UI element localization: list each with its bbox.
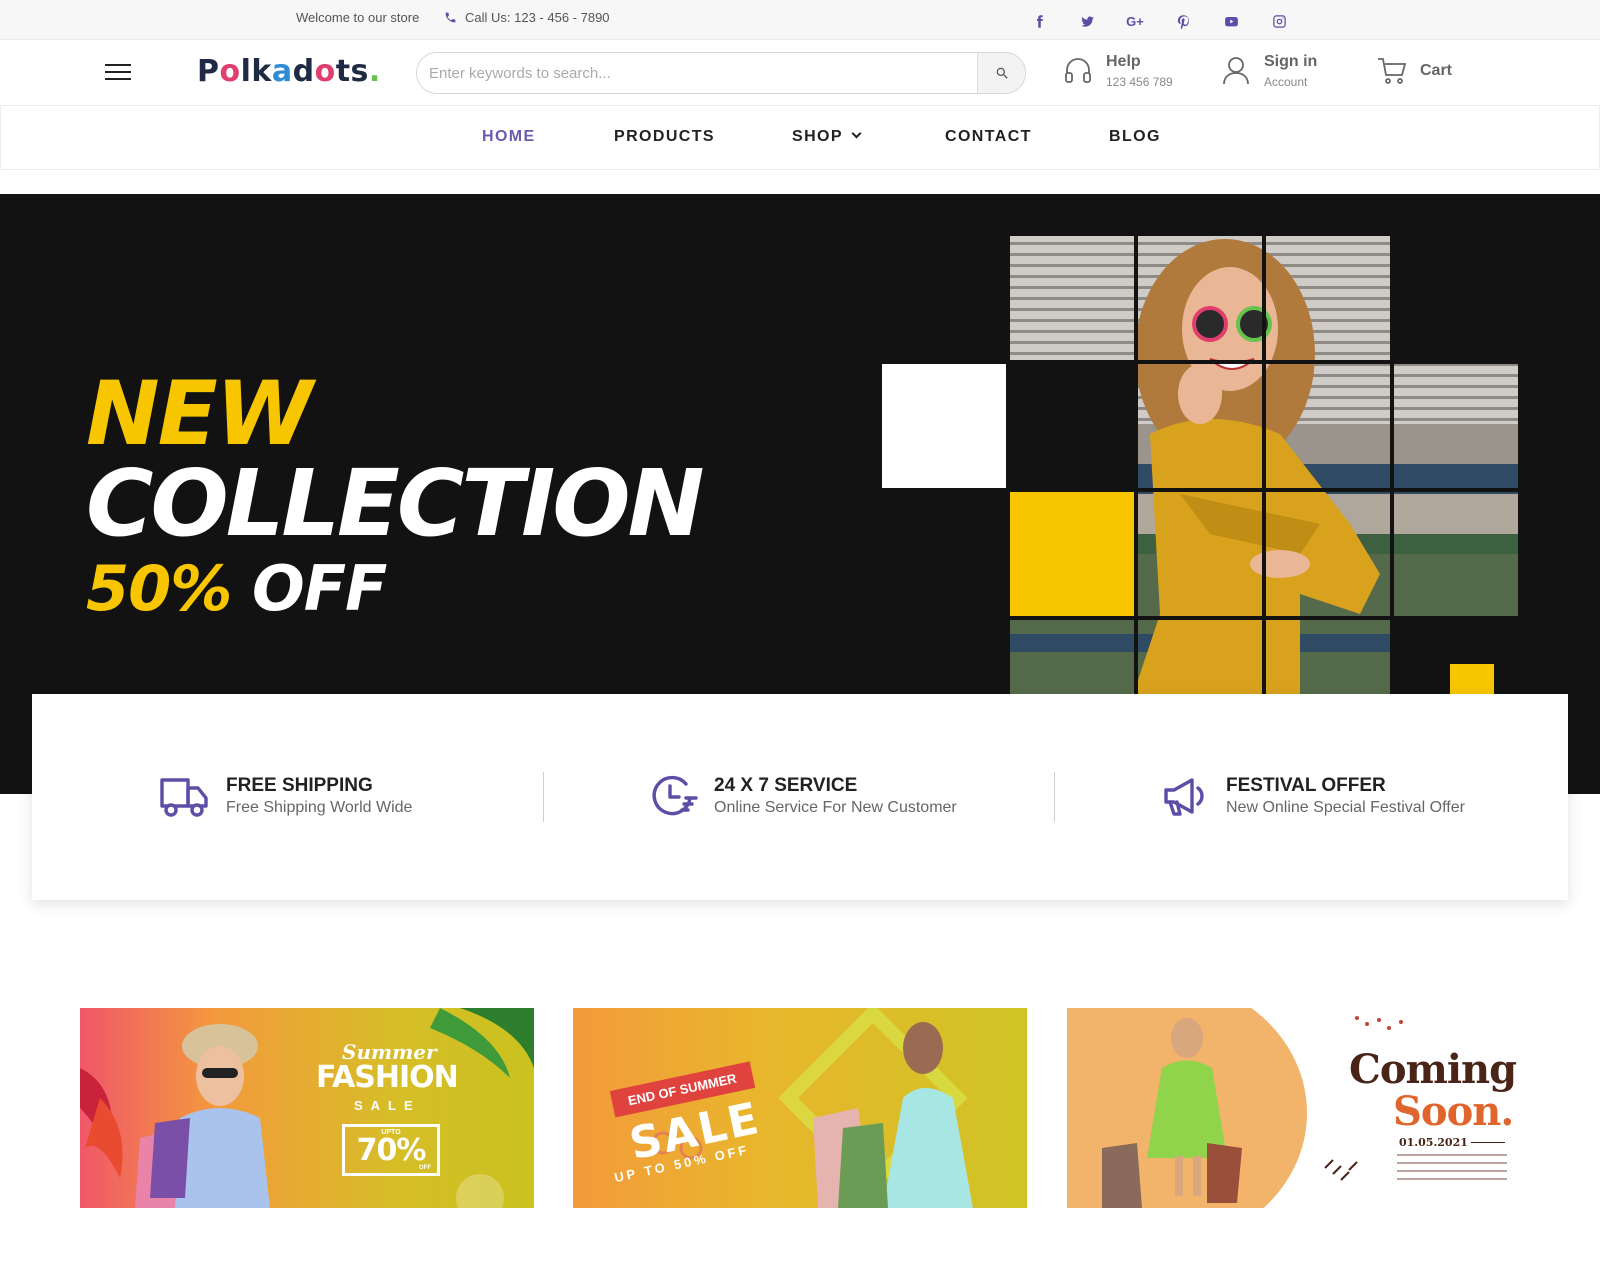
banner-end-of-summer[interactable]: END OF SUMMER SALE UP TO 50% OFF	[573, 1008, 1027, 1208]
chevron-down-icon	[851, 128, 862, 139]
sign-in-link[interactable]: Sign in Account	[1220, 50, 1317, 89]
clock-service-icon	[652, 775, 698, 816]
help-title: Help	[1106, 53, 1141, 70]
feature-festival-offer: FESTIVAL OFFER New Online Special Festiv…	[1158, 774, 1465, 818]
hero-woman-image	[880, 234, 1520, 714]
logo[interactable]: Polkadots.	[197, 54, 381, 89]
twitter-icon[interactable]	[1076, 11, 1098, 31]
banner1-off: OFF	[419, 1165, 431, 1171]
nav-blog[interactable]: BLOG	[1109, 128, 1161, 146]
facebook-icon[interactable]	[1028, 11, 1050, 31]
search-bar	[416, 52, 1026, 94]
cart-title: Cart	[1420, 62, 1453, 79]
feature-subtitle: New Online Special Festival Offer	[1226, 799, 1465, 816]
user-icon	[1223, 57, 1249, 85]
cart-icon	[1378, 58, 1407, 84]
features-bar: FREE SHIPPING Free Shipping World Wide 2…	[32, 694, 1568, 900]
call-us: Call Us: 123 - 456 - 7890	[444, 10, 610, 25]
help-link[interactable]: Help 123 456 789	[1062, 50, 1173, 89]
hero-line-discount: 50% OFF	[86, 552, 387, 625]
banner3-coming: Coming	[1349, 1046, 1517, 1093]
banner1-sale: SALE	[354, 1098, 421, 1113]
banner3-date-line	[1471, 1142, 1505, 1143]
social-links: G+	[1028, 11, 1290, 31]
header: Polkadots. Help 123 456 789 Sign in Acco…	[0, 40, 1600, 106]
nav-shop[interactable]: SHOP	[792, 128, 862, 146]
search-button[interactable]	[977, 53, 1025, 93]
hero-discount-percent: 50%	[86, 552, 232, 625]
truck-icon	[160, 778, 208, 817]
phone-icon	[445, 12, 456, 23]
menu-icon[interactable]	[105, 64, 131, 82]
feature-title: FESTIVAL OFFER	[1226, 775, 1386, 796]
instagram-icon[interactable]	[1268, 11, 1290, 31]
banner3-date: 01.05.2021	[1399, 1136, 1468, 1149]
search-input[interactable]	[417, 53, 962, 93]
search-icon	[996, 67, 1008, 79]
help-phone: 123 456 789	[1106, 75, 1173, 89]
cart-link[interactable]: Cart	[1376, 50, 1452, 86]
logo-text: Polkadots.	[197, 54, 381, 89]
call-us-text: Call Us: 123 - 456 - 7890	[465, 10, 610, 25]
feature-subtitle: Free Shipping World Wide	[226, 799, 413, 816]
hero-discount-off: OFF	[252, 552, 387, 625]
headphones-icon	[1065, 58, 1091, 83]
nav-products[interactable]: PRODUCTS	[614, 128, 715, 146]
banner1-fashion: FASHION	[316, 1060, 459, 1095]
banner-coming-soon[interactable]: Coming Soon. 01.05.2021	[1067, 1008, 1521, 1208]
megaphone-icon	[1164, 778, 1204, 816]
banner1-percent: 70%	[356, 1133, 427, 1168]
feature-divider	[1054, 772, 1055, 822]
feature-free-shipping: FREE SHIPPING Free Shipping World Wide	[158, 774, 412, 818]
google-plus-icon[interactable]: G+	[1124, 11, 1146, 31]
hero-image-mosaic	[880, 234, 1520, 714]
banner3-soon: Soon.	[1393, 1088, 1514, 1135]
sign-in-title: Sign in	[1264, 53, 1318, 70]
banner-summer-fashion[interactable]: Summer FASHION SALE UPTO 70% OFF	[80, 1008, 534, 1208]
main-nav: HOME PRODUCTS SHOP CONTACT BLOG	[0, 106, 1600, 170]
hero-line-collection: COLLECTION	[86, 450, 705, 557]
sign-in-sub: Account	[1264, 75, 1308, 89]
feature-title: 24 X 7 SERVICE	[714, 775, 858, 796]
nav-shop-label: SHOP	[792, 128, 843, 145]
top-bar: Welcome to our store Call Us: 123 - 456 …	[0, 0, 1600, 40]
pinterest-icon[interactable]	[1172, 11, 1194, 31]
feature-title: FREE SHIPPING	[226, 775, 373, 796]
banner1-discount-box: UPTO 70% OFF	[342, 1124, 440, 1176]
banner-summer-fashion-art	[80, 1008, 534, 1208]
banner3-small-text	[1397, 1154, 1507, 1180]
nav-contact[interactable]: CONTACT	[945, 128, 1032, 146]
youtube-icon[interactable]	[1220, 11, 1242, 31]
feature-service: 24 X 7 SERVICE Online Service For New Cu…	[646, 774, 957, 818]
feature-divider	[543, 772, 544, 822]
welcome-text: Welcome to our store	[296, 10, 420, 25]
nav-home[interactable]: HOME	[482, 128, 536, 146]
feature-subtitle: Online Service For New Customer	[714, 799, 957, 816]
